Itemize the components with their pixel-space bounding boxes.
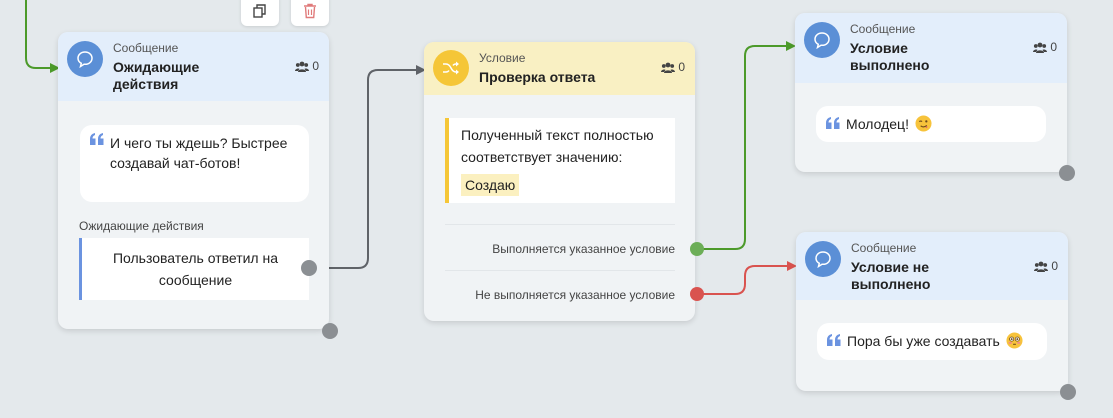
subscriber-count-value: 0 <box>1050 40 1057 54</box>
node-header: Сообщение Ожидающие действия 0 <box>58 32 329 101</box>
winking-face-icon <box>915 115 932 132</box>
message-bubble[interactable]: И чего ты ждешь? Быстрее создавай чат-бо… <box>80 125 309 202</box>
output-port-action[interactable] <box>301 260 317 276</box>
node-condition-met[interactable]: Сообщение Условие выполнено 0 Молодец! <box>795 13 1067 172</box>
wire-false-branch <box>697 261 797 295</box>
shuffle-icon <box>433 50 469 86</box>
subscriber-count-value: 0 <box>678 60 685 74</box>
node-kind: Условие <box>479 51 526 65</box>
message-text: И чего ты ждешь? Быстрее создавай чат-бо… <box>110 135 288 171</box>
subscriber-count: 0 <box>1033 40 1057 54</box>
waiting-action-item[interactable]: Пользователь ответил на сообщение <box>79 238 309 300</box>
node-kind: Сообщение <box>113 41 179 55</box>
output-port-node-fail[interactable] <box>1060 384 1076 400</box>
section-label: Ожидающие действия <box>79 219 204 233</box>
node-title: Условие не выполнено <box>851 259 931 292</box>
message-text: Молодец! <box>846 116 909 132</box>
node-header: Сообщение Условие не выполнено 0 <box>796 232 1068 300</box>
message-text: Пора бы уже создавать <box>847 333 1000 349</box>
subscriber-count-value: 0 <box>312 59 319 73</box>
condition-text: Полученный текст полностью соответствует… <box>461 127 654 165</box>
subscriber-count-value: 0 <box>1051 259 1058 273</box>
output-port-true[interactable] <box>690 242 704 256</box>
wire-true-branch <box>697 41 796 250</box>
node-condition-check[interactable]: Условие Проверка ответа 0 Полученный тек… <box>424 42 695 321</box>
divider <box>445 224 675 225</box>
node-kind: Сообщение <box>851 241 917 255</box>
condition-rule[interactable]: Полученный текст полностью соответствует… <box>445 118 675 203</box>
users-icon <box>1033 42 1048 53</box>
message-icon <box>67 41 103 77</box>
quote-icon <box>827 334 841 346</box>
output-port-node-waiting[interactable] <box>322 323 338 339</box>
flushed-face-icon <box>1006 332 1023 349</box>
message-icon <box>805 241 841 277</box>
users-icon <box>295 61 310 72</box>
branch-false-label: Не выполняется указанное условие <box>475 288 675 302</box>
message-bubble[interactable]: Молодец! <box>816 106 1046 142</box>
node-waiting-actions[interactable]: Сообщение Ожидающие действия 0 И чего ты… <box>58 32 329 329</box>
output-port-node-success[interactable] <box>1059 165 1075 181</box>
divider <box>445 270 675 271</box>
output-port-false[interactable] <box>690 287 704 301</box>
node-title: Проверка ответа <box>479 69 596 85</box>
copy-button[interactable] <box>241 0 279 26</box>
subscriber-count: 0 <box>295 59 319 73</box>
node-condition-not-met[interactable]: Сообщение Условие не выполнено 0 Пора бы… <box>796 232 1068 391</box>
condition-value: Создаю <box>461 174 520 196</box>
node-header: Сообщение Условие выполнено 0 <box>795 13 1067 83</box>
node-title: Ожидающие действия <box>113 59 200 92</box>
wire-incoming <box>25 0 60 73</box>
delete-button[interactable] <box>291 0 329 26</box>
quote-icon <box>90 133 104 145</box>
trash-icon <box>304 3 316 19</box>
message-bubble[interactable]: Пора бы уже создавать <box>817 323 1047 360</box>
users-icon <box>661 62 676 73</box>
message-icon <box>804 22 840 58</box>
node-header: Условие Проверка ответа 0 <box>424 42 695 95</box>
quote-icon <box>826 117 840 129</box>
subscriber-count: 0 <box>1034 259 1058 273</box>
node-kind: Сообщение <box>850 22 916 36</box>
node-title: Условие выполнено <box>850 40 930 73</box>
action-text: Пользователь ответил на сообщение <box>112 250 279 288</box>
copy-icon <box>253 4 266 18</box>
users-icon <box>1034 261 1049 272</box>
branch-true-label: Выполняется указанное условие <box>492 242 675 256</box>
subscriber-count: 0 <box>661 60 685 74</box>
